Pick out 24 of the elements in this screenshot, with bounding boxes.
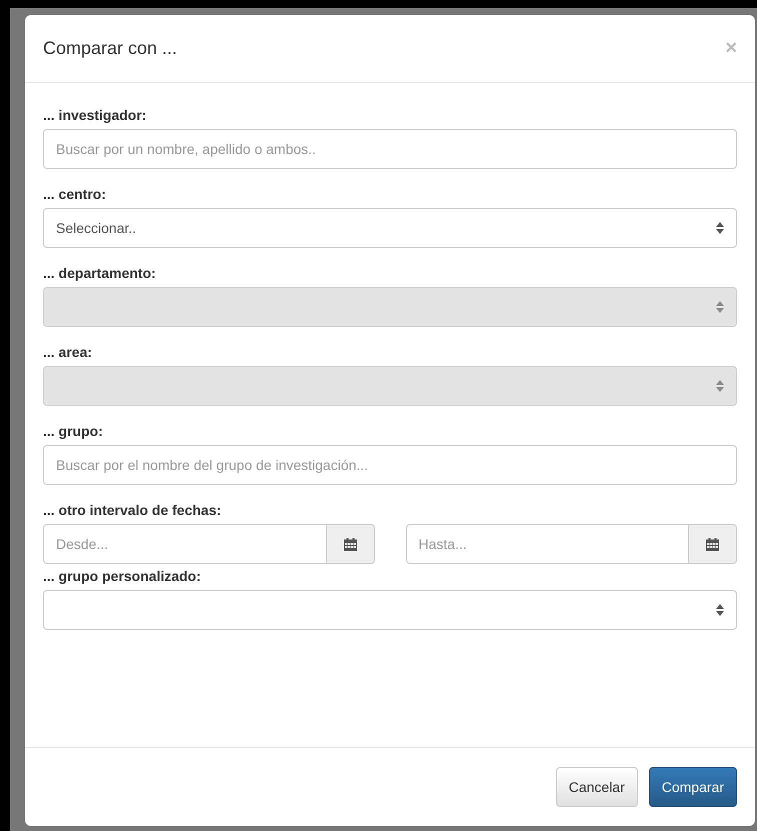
cancel-button[interactable]: Cancelar bbox=[556, 767, 638, 807]
select-field[interactable] bbox=[43, 590, 737, 630]
calendar-button[interactable] bbox=[326, 524, 374, 564]
field-label: ... grupo personalizado: bbox=[43, 568, 202, 584]
dialog-title: Comparar con ... bbox=[43, 38, 178, 59]
field-label: ... investigador: bbox=[43, 107, 148, 123]
date-field[interactable]: Hasta... bbox=[406, 524, 689, 564]
search-field[interactable]: Buscar por un nombre, apellido o ambos.. bbox=[43, 129, 737, 169]
field-label: ... area: bbox=[43, 344, 94, 360]
calendar-button[interactable] bbox=[689, 524, 737, 564]
compare-button[interactable]: Comparar bbox=[648, 767, 737, 807]
calendar-icon bbox=[706, 538, 719, 550]
field-label: ... departamento: bbox=[43, 265, 157, 281]
field-label: ... centro: bbox=[43, 186, 108, 202]
select-field[interactable]: Seleccionar.. bbox=[43, 208, 737, 248]
sort-arrows-icon bbox=[716, 301, 724, 313]
date-field[interactable]: Desde... bbox=[43, 524, 326, 564]
sort-arrows-icon bbox=[716, 222, 724, 234]
calendar-icon bbox=[344, 538, 356, 550]
sort-arrows-icon bbox=[716, 380, 724, 392]
field-label: ... otro intervalo de fechas: bbox=[43, 502, 222, 518]
field-label: ... grupo: bbox=[43, 423, 104, 439]
sort-arrows-icon bbox=[716, 604, 724, 616]
search-field[interactable]: Buscar por el nombre del grupo de investigación... bbox=[43, 445, 737, 485]
